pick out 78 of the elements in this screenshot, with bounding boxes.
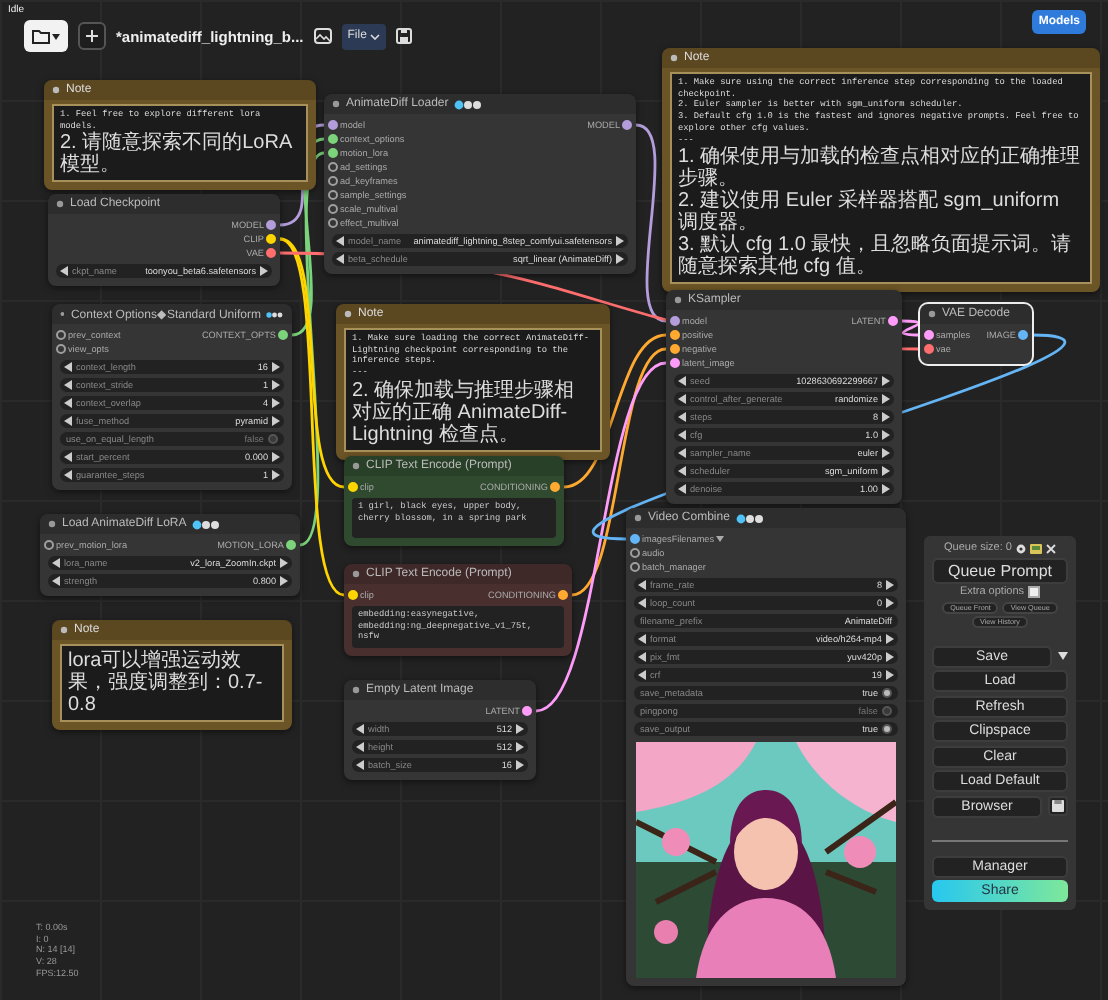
- collapse-dot-icon[interactable]: [60, 310, 65, 318]
- port-icon[interactable]: [1018, 330, 1028, 341]
- settings-icon[interactable]: [1015, 543, 1026, 553]
- collapse-dot-icon[interactable]: [352, 686, 360, 694]
- queue-prompt-button[interactable]: Queue Prompt: [932, 557, 1068, 583]
- caret-icon: [52, 33, 60, 39]
- collapse-dot-icon[interactable]: [352, 570, 360, 578]
- port-icon[interactable]: [670, 316, 680, 327]
- port-icon[interactable]: [56, 344, 66, 355]
- port-icon[interactable]: [328, 218, 338, 229]
- port-icon[interactable]: [550, 482, 560, 493]
- port-icon[interactable]: [328, 134, 338, 145]
- port-icon[interactable]: [670, 344, 680, 355]
- toggle-knob[interactable]: [882, 705, 892, 716]
- save-icon: [1052, 800, 1064, 812]
- collapse-dot-icon[interactable]: [634, 514, 642, 522]
- port-icon[interactable]: [558, 590, 568, 601]
- port-icon[interactable]: [670, 358, 680, 369]
- note-line: 2. 确保加载与推理步骤相对应的正确 AnimateDiff-Lightning 检查点。: [352, 379, 577, 446]
- port-icon[interactable]: [266, 220, 276, 231]
- icon-button[interactable]: [1048, 796, 1068, 816]
- port-icon[interactable]: [56, 330, 66, 341]
- port-icon[interactable]: [278, 330, 288, 341]
- collapse-dot-icon[interactable]: [332, 100, 340, 108]
- plus-icon: [86, 30, 98, 42]
- port-icon[interactable]: [630, 562, 640, 573]
- port-icon[interactable]: [630, 548, 640, 559]
- collapse-dot-icon[interactable]: [352, 462, 360, 470]
- port-icon[interactable]: [328, 148, 338, 159]
- arrow-left-icon[interactable]: [60, 265, 68, 276]
- collapse-dot-icon[interactable]: [48, 520, 56, 528]
- port-icon[interactable]: [888, 316, 898, 327]
- collapse-dot-icon[interactable]: [56, 200, 64, 208]
- note-node[interactable]: [662, 48, 1100, 293]
- port-icon[interactable]: [328, 162, 338, 173]
- arrow-right-icon[interactable]: [260, 265, 268, 276]
- chevron-down-icon: [370, 33, 381, 39]
- new-workflow-button[interactable]: [78, 22, 106, 50]
- port-icon[interactable]: [44, 540, 54, 551]
- port-icon[interactable]: [924, 330, 934, 341]
- caret-icon[interactable]: [1058, 652, 1068, 660]
- port-icon[interactable]: [328, 176, 338, 187]
- save-icon[interactable]: [396, 28, 413, 44]
- collapse-dot-icon[interactable]: [928, 310, 936, 318]
- port-icon[interactable]: [266, 248, 276, 259]
- note-line: lora可以增强运动效果，强度调整到：0.7-0.8: [68, 650, 265, 716]
- port-icon[interactable]: [622, 120, 632, 131]
- caret-icon: [716, 536, 725, 542]
- port-icon[interactable]: [630, 534, 640, 545]
- folder-icon: [32, 29, 50, 43]
- note-line: 2. 建议使用 Euler 采样器搭配 sgm_uniform 调度器。: [678, 190, 1060, 235]
- toggle-knob[interactable]: [882, 723, 892, 734]
- note-line: 3. 默认 cfg 1.0 最快，且忽略负面提示词。请随意探索其他 cfg 值。: [678, 234, 1074, 279]
- collapse-dot-icon[interactable]: [674, 296, 682, 304]
- note-text-area[interactable]: lora可以增强运动效果，强度调整到：0.7-0.8: [60, 644, 284, 722]
- close-icon[interactable]: [1045, 543, 1056, 553]
- graph-node[interactable]: [52, 304, 292, 490]
- collapse-dot-icon[interactable]: [52, 86, 60, 94]
- note-line: 1. 确保使用与加载的检查点相对应的正确推理步骤。: [678, 146, 1083, 191]
- collapse-dot-icon[interactable]: [670, 54, 678, 62]
- checkbox[interactable]: [1028, 586, 1041, 598]
- toggle-knob[interactable]: [268, 433, 278, 444]
- collapse-dot-icon[interactable]: [60, 626, 68, 634]
- port-icon[interactable]: [670, 330, 680, 341]
- note-text-area[interactable]: [670, 72, 1092, 285]
- port-icon[interactable]: [328, 120, 338, 131]
- port-icon[interactable]: [328, 204, 338, 215]
- collapse-dot-icon[interactable]: [344, 310, 352, 318]
- image-icon[interactable]: [1029, 543, 1042, 553]
- port-icon[interactable]: [328, 190, 338, 201]
- toggle-knob[interactable]: [882, 687, 892, 698]
- graph-node[interactable]: [324, 94, 636, 274]
- image-icon[interactable]: [313, 28, 332, 44]
- port-icon[interactable]: [286, 540, 296, 551]
- port-icon[interactable]: [522, 706, 532, 717]
- port-icon[interactable]: [924, 344, 934, 355]
- workflow-menu-button[interactable]: [24, 20, 68, 52]
- note-line: 2. 请随意探索不同的LoRA模型。: [60, 132, 295, 177]
